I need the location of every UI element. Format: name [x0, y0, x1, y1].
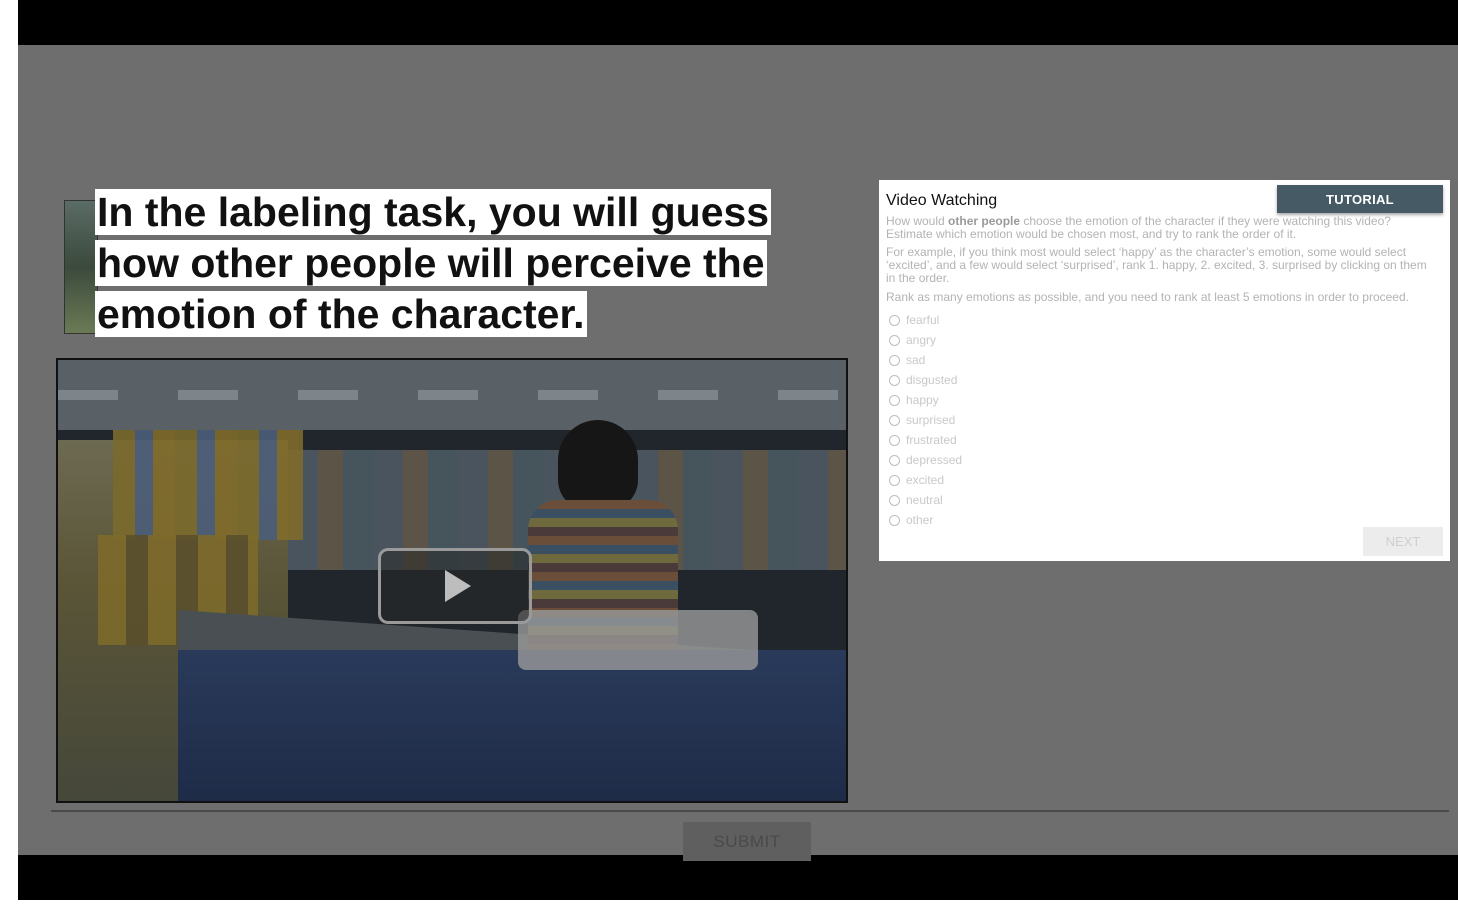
video-frame-lights [58, 390, 846, 400]
tutorial-callout-text: In the labeling task, you will guess how… [95, 189, 772, 337]
play-button[interactable] [378, 548, 532, 624]
emotion-option-happy[interactable]: happy [889, 390, 962, 410]
option-label: depressed [906, 453, 963, 467]
radio-icon [889, 334, 900, 346]
emotion-option-neutral[interactable]: neutral [889, 490, 962, 510]
instruction-example: For example, if you think most would sel… [886, 245, 1427, 285]
radio-icon [889, 354, 900, 366]
tutorial-button[interactable]: TUTORIAL [1277, 185, 1443, 213]
emotion-options-list: fearful angry sad disgusted happy surpri… [889, 310, 962, 530]
instruction-question: How would other people choose the emotio… [886, 215, 1438, 241]
screen-frame: In the labeling task, you will guess how… [18, 0, 1458, 900]
option-label: fearful [906, 313, 940, 327]
option-label: happy [906, 393, 939, 407]
instruction-question-emphasis: other people [948, 214, 1021, 228]
emotion-option-frustrated[interactable]: frustrated [889, 430, 962, 450]
option-label: frustrated [906, 433, 957, 447]
option-label: excited [906, 473, 945, 487]
character-head [558, 420, 638, 510]
radio-icon [889, 494, 900, 506]
emotion-option-sad[interactable]: sad [889, 350, 962, 370]
radio-icon [889, 474, 900, 486]
instruction-question-prefix: How would [886, 214, 949, 228]
radio-icon [889, 314, 900, 326]
video-frame-bag [518, 610, 758, 670]
radio-icon [889, 374, 900, 386]
next-button[interactable]: NEXT [1363, 527, 1443, 556]
panel-title: Video Watching [886, 192, 998, 209]
option-label: other [906, 513, 934, 527]
radio-icon [889, 434, 900, 446]
video-frame-chips [113, 430, 303, 540]
play-icon [445, 570, 471, 602]
instruction-minimum: Rank as many emotions as possible, and y… [886, 290, 1409, 304]
emotion-option-angry[interactable]: angry [889, 330, 962, 350]
emotion-option-fearful[interactable]: fearful [889, 310, 962, 330]
option-label: surprised [906, 413, 956, 427]
emotion-option-depressed[interactable]: depressed [889, 450, 962, 470]
emotion-option-surprised[interactable]: surprised [889, 410, 962, 430]
video-frame-counter [178, 650, 846, 801]
emotion-option-other[interactable]: other [889, 510, 962, 530]
section-divider [51, 810, 1449, 812]
option-label: disgusted [906, 373, 958, 387]
emotion-option-excited[interactable]: excited [889, 470, 962, 490]
radio-icon [889, 414, 900, 426]
emotion-option-disgusted[interactable]: disgusted [889, 370, 962, 390]
radio-icon [889, 394, 900, 406]
radio-icon [889, 514, 900, 526]
character-thumbnail [64, 200, 98, 334]
labeling-panel: Video Watching TUTORIAL How would other … [879, 180, 1450, 561]
radio-icon [889, 454, 900, 466]
option-label: neutral [906, 493, 943, 507]
video-player[interactable] [56, 358, 848, 803]
option-label: sad [906, 353, 926, 367]
option-label: angry [906, 333, 937, 347]
page-background-overlay: In the labeling task, you will guess how… [18, 45, 1458, 861]
submit-button[interactable]: SUBMIT [683, 822, 811, 861]
tutorial-callout: In the labeling task, you will guess how… [95, 187, 795, 340]
